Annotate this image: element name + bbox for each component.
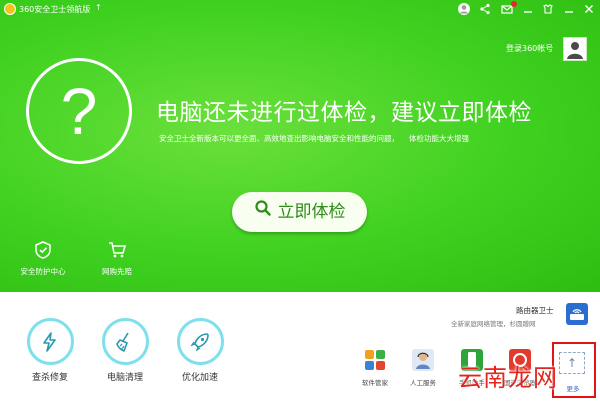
minimize-icon[interactable] <box>521 2 535 16</box>
search-icon <box>254 192 272 232</box>
tool-speed-up-ring <box>176 318 224 365</box>
software-manager-icon <box>364 349 386 371</box>
site-watermark: 云南龙网 <box>458 364 558 392</box>
feature-security-center-label: 安全防护中心 <box>20 267 66 276</box>
tool-virus-scan-ring <box>26 318 74 365</box>
more-button[interactable]: 更多 <box>560 383 586 393</box>
scan-description-text: 安全卫士全新版本可以更全面、高效地查出影响电脑安全和性能的问题， <box>159 134 399 143</box>
login-link[interactable]: 登录360帐号 <box>506 43 553 54</box>
app-software-manager[interactable]: 软件管家 <box>355 349 395 387</box>
app-human-support[interactable]: 人工服务 <box>403 349 443 387</box>
support-person-icon <box>412 349 434 371</box>
feature-security-center[interactable]: 安全防护中心 <box>13 240 73 277</box>
router-guard-title[interactable]: 路由器卫士 <box>516 305 554 316</box>
restore-icon[interactable] <box>562 2 576 16</box>
window-title: 360安全卫士领航版 <box>19 5 91 14</box>
cart-icon <box>87 240 147 262</box>
more-upload-icon[interactable]: ↑ <box>559 352 585 374</box>
close-icon[interactable] <box>582 2 596 16</box>
tool-virus-scan[interactable]: 查杀修复 <box>20 318 80 383</box>
skin-icon[interactable] <box>541 2 555 16</box>
tool-pc-cleanup[interactable]: 电脑清理 <box>95 318 155 383</box>
start-checkup-button[interactable]: 立即体检 <box>232 192 367 232</box>
feature-shopping-guarantee[interactable]: 网购先赔 <box>87 240 147 277</box>
question-mark-icon: ? <box>60 74 98 148</box>
feature-shopping-guarantee-label: 网购先赔 <box>102 267 132 276</box>
router-icon[interactable] <box>566 303 588 325</box>
router-guard-subtitle: 全新家庭网络管理，杉圆蹭网 <box>451 320 536 328</box>
share-icon[interactable] <box>478 2 492 16</box>
app-human-support-label: 人工服务 <box>410 379 436 387</box>
tool-speed-up[interactable]: 优化加速 <box>170 318 230 383</box>
tool-virus-scan-label: 查杀修复 <box>31 373 68 383</box>
user-avatar[interactable] <box>563 37 587 61</box>
broom-icon <box>116 332 129 352</box>
tool-speed-up-label: 优化加速 <box>181 373 218 383</box>
feature-enhanced-link[interactable]: 体检功能大大增强 <box>409 134 469 143</box>
tool-pc-cleanup-ring <box>101 318 149 365</box>
mail-badge <box>511 1 517 7</box>
title-bar: 360安全卫士领航版 ↑ <box>0 0 600 18</box>
scan-headline: 电脑还未进行过体检，建议立即体检 <box>156 100 532 126</box>
start-checkup-label: 立即体检 <box>277 202 346 222</box>
user-avatar-icon[interactable] <box>457 2 471 16</box>
app-logo-icon <box>4 3 16 15</box>
tool-pc-cleanup-label: 电脑清理 <box>106 373 143 383</box>
rocket-icon <box>190 332 209 352</box>
upgrade-arrow-icon[interactable]: ↑ <box>95 3 102 12</box>
shield-icon <box>13 240 73 262</box>
scan-description: 安全卫士全新版本可以更全面、高效地查出影响电脑安全和性能的问题， 体检功能大大增强 <box>159 133 469 144</box>
app-software-manager-label: 软件管家 <box>362 379 388 387</box>
lightning-icon <box>43 331 56 352</box>
